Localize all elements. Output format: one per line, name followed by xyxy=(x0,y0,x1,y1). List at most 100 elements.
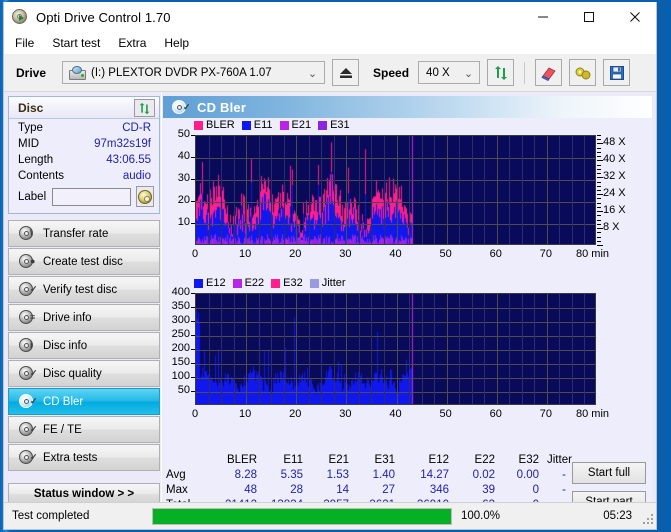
disc-icon: ✓ xyxy=(19,282,38,297)
body-area: Disc Type CD-R MID 97m32s19f Length 43:0… xyxy=(4,92,656,529)
disc-icon: ≡ xyxy=(19,310,35,325)
grid-line-minor xyxy=(534,294,536,404)
grid-line xyxy=(546,294,548,404)
grid-line xyxy=(296,136,298,244)
menu-help[interactable]: Help xyxy=(162,34,198,53)
speed-tick-label: 32 X xyxy=(603,170,626,183)
speed-tick xyxy=(597,147,601,149)
disc-info-panel: Disc Type CD-R MID 97m32s19f Length 43:0… xyxy=(8,96,160,214)
y-tick-label: 40 xyxy=(177,150,190,162)
y-tick-label: 400 xyxy=(171,286,190,298)
y-tick-label: 100 xyxy=(171,370,190,382)
minimize-button[interactable] xyxy=(520,2,566,32)
stats-row-max: Max 48 28 14 27 346 39 0 - xyxy=(163,482,587,497)
cd-bler-error-chart: BLER E11 E21 E31 10 20 30 40 50 0 10 20 30 40 50 60 70… xyxy=(163,118,652,278)
sidebar-item-label: Extra tests xyxy=(43,451,98,464)
x-tick-label: 80 min xyxy=(576,248,610,260)
y-tick xyxy=(191,335,195,336)
sidebar-item-label: Create test disc xyxy=(43,255,123,268)
disc-label-input[interactable] xyxy=(52,187,132,206)
disc-icon: ✓ xyxy=(19,450,38,465)
erase-button[interactable] xyxy=(535,59,563,86)
sidebar-item-fe-te[interactable]: ✓ FE / TE xyxy=(8,416,160,443)
speed-tick xyxy=(597,156,601,158)
sidebar-item-label: CD Bler xyxy=(43,395,84,408)
drive-label: Drive xyxy=(16,65,47,80)
bookmark-button[interactable] xyxy=(569,59,597,86)
disc-row-type: Type CD-R xyxy=(9,120,159,135)
save-button[interactable] xyxy=(603,59,631,86)
sidebar-item-create-test-disc[interactable]: ● Create test disc xyxy=(8,248,160,275)
start-full-button[interactable]: Start full xyxy=(572,462,646,484)
speed-select[interactable]: 40 X ⌄ xyxy=(418,61,481,84)
close-button[interactable] xyxy=(612,2,656,32)
stats-cell: 346 xyxy=(429,483,449,496)
grid-line-minor xyxy=(208,136,210,244)
eject-button[interactable] xyxy=(332,59,360,86)
disc-icon: ✓ xyxy=(172,99,191,115)
sidebar-item-label: Disc info xyxy=(43,339,88,352)
disc-refresh-button[interactable] xyxy=(134,99,155,117)
sidebar-item-disc-quality[interactable]: ✓ Disc quality xyxy=(8,360,160,387)
drive-select[interactable]: (I:) PLEXTOR DVDR PX-760A 1.07 ⌄ xyxy=(62,61,326,84)
sidebar-item-verify-test-disc[interactable]: ✓ Verify test disc xyxy=(8,276,160,303)
legend-item: E12 xyxy=(194,277,226,289)
sidebar-item-cd-bler[interactable]: ✓ CD Bler xyxy=(8,388,160,415)
grid-line-minor xyxy=(459,294,461,404)
legend-item: Jitter xyxy=(309,277,346,289)
y-tick xyxy=(191,307,195,308)
menu-extra[interactable]: Extra xyxy=(116,34,155,53)
sidebar-item-label: FE / TE xyxy=(43,423,82,436)
sidebar-item-extra-tests[interactable]: ✓ Extra tests xyxy=(8,444,160,471)
resize-grip[interactable] xyxy=(643,514,655,526)
grid-line-minor xyxy=(283,136,285,244)
stats-row-label: Avg xyxy=(166,468,186,481)
x-tick-label: 40 xyxy=(389,408,402,420)
chart1-legend: BLER E11 E21 E31 xyxy=(194,119,357,131)
grid-line-minor xyxy=(584,136,586,244)
sidebar-item-drive-info[interactable]: ≡ Drive info xyxy=(8,304,160,331)
refresh-button[interactable] xyxy=(487,59,515,86)
stats-row-avg: Avg 8.28 5.35 1.53 1.40 14.27 0.02 0.00 … xyxy=(163,467,587,482)
grid-line-minor xyxy=(471,294,473,404)
x-tick-label: 0 xyxy=(191,248,199,260)
stats-col-e22: E22 xyxy=(474,454,495,466)
x-tick-label: 40 xyxy=(389,248,402,260)
speed-tick xyxy=(597,219,601,221)
legend-swatch xyxy=(194,120,203,130)
x-tick-label: 80 min xyxy=(576,408,610,420)
speed-tick-label: 16 X xyxy=(603,204,626,217)
chevron-down-icon: ⌄ xyxy=(463,68,474,80)
speed-tick xyxy=(597,215,601,217)
disc-row-value: CD-R xyxy=(122,121,151,134)
application-window: Opti Drive Control 1.70 File Start test … xyxy=(0,0,671,532)
sidebar-item-disc-info[interactable]: i Disc info xyxy=(8,332,160,359)
menu-start-test[interactable]: Start test xyxy=(50,34,109,53)
grid-line xyxy=(446,136,448,244)
speed-tick xyxy=(597,223,601,225)
speed-tick xyxy=(597,139,601,141)
grid-line-minor xyxy=(358,294,360,404)
disc-label-row: Label xyxy=(9,186,159,207)
grid-line xyxy=(496,294,498,404)
grid-line-minor xyxy=(421,136,423,244)
chart-area: BLER E11 E21 E31 10 20 30 40 50 0 10 20 30 40 50 60 70… xyxy=(163,118,652,513)
disc-row-contents: Contents audio xyxy=(9,168,159,183)
x-tick-label: 50 xyxy=(439,248,452,260)
speed-tick-label: 40 X xyxy=(603,153,626,166)
y-tick-label: 200 xyxy=(171,342,190,354)
grid-line-minor xyxy=(559,294,561,404)
sidebar-item-transfer-rate[interactable]: \ Transfer rate xyxy=(8,220,160,247)
maximize-button[interactable] xyxy=(566,2,612,32)
grid-line-minor xyxy=(484,294,486,404)
grid-line-minor xyxy=(308,136,310,244)
y-tick-label: 20 xyxy=(177,194,190,206)
grid-line xyxy=(396,294,398,404)
chart2-plot xyxy=(195,293,596,405)
grid-line-minor xyxy=(233,294,235,404)
disc-label-button[interactable] xyxy=(136,186,154,207)
x-tick-label: 10 xyxy=(239,248,252,260)
menu-file[interactable]: File xyxy=(13,34,43,53)
speed-tick xyxy=(597,168,601,170)
sidebar-item-label: Transfer rate xyxy=(43,227,109,240)
